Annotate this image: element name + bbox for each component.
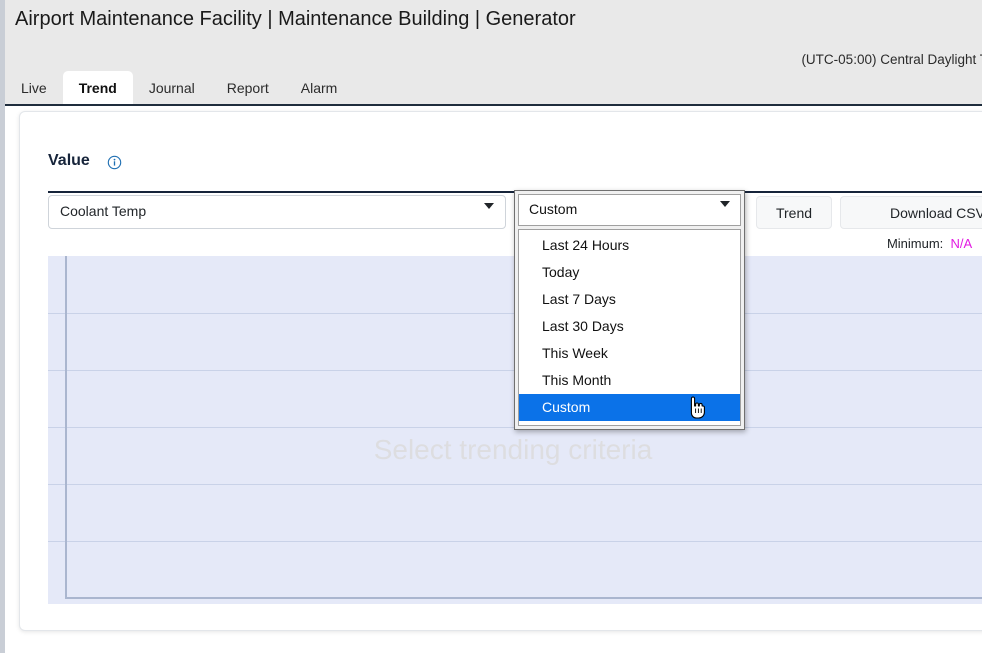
chart-empty-message: Select trending criteria: [48, 434, 978, 466]
tab-alarm[interactable]: Alarm: [285, 71, 354, 104]
timezone-label: (UTC-05:00) Central Daylight T: [801, 52, 982, 67]
tab-trend[interactable]: Trend: [63, 71, 133, 104]
chart-x-axis: [65, 597, 982, 599]
range-select-dropdown: Custom Last 24 Hours Today Last 7 Days L…: [514, 190, 745, 430]
info-circle-icon[interactable]: [107, 155, 122, 170]
trend-button[interactable]: Trend: [756, 196, 832, 229]
range-option-today[interactable]: Today: [519, 259, 740, 286]
range-select[interactable]: Custom: [518, 194, 741, 226]
minimum-label: Minimum:: [887, 236, 943, 251]
chevron-down-icon: [484, 209, 494, 225]
download-csv-button[interactable]: Download CSV: [840, 196, 982, 229]
range-option-this-month[interactable]: This Month: [519, 367, 740, 394]
chevron-down-icon: [720, 207, 730, 225]
range-option-custom[interactable]: Custom: [519, 394, 740, 421]
metric-select[interactable]: Coolant Temp: [48, 195, 506, 229]
tab-live[interactable]: Live: [5, 71, 63, 104]
section-title: Value: [48, 152, 90, 170]
range-option-this-week[interactable]: This Week: [519, 340, 740, 367]
minimum-value: N/A: [951, 236, 972, 251]
page-title: Airport Maintenance Facility | Maintenan…: [15, 8, 576, 31]
trend-card: Value Coolant Temp Minimum: N/A Averag: [19, 111, 982, 631]
tab-report[interactable]: Report: [211, 71, 285, 104]
page-body: Value Coolant Temp Minimum: N/A Averag: [5, 106, 982, 653]
app-window: Airport Maintenance Facility | Maintenan…: [5, 0, 982, 653]
range-select-value: Custom: [529, 201, 577, 217]
chart-gridline: [48, 541, 982, 542]
metric-select-value: Coolant Temp: [60, 203, 146, 219]
range-select-options: Last 24 Hours Today Last 7 Days Last 30 …: [518, 229, 741, 426]
page-header: Airport Maintenance Facility | Maintenan…: [5, 0, 982, 106]
chart-gridline: [48, 484, 982, 485]
range-option-last-24-hours[interactable]: Last 24 Hours: [519, 232, 740, 259]
tab-journal[interactable]: Journal: [133, 71, 211, 104]
range-option-last-30-days[interactable]: Last 30 Days: [519, 313, 740, 340]
tab-bar: Live Trend Journal Report Alarm: [5, 71, 353, 104]
chart-y-axis: [65, 256, 67, 598]
range-option-last-7-days[interactable]: Last 7 Days: [519, 286, 740, 313]
